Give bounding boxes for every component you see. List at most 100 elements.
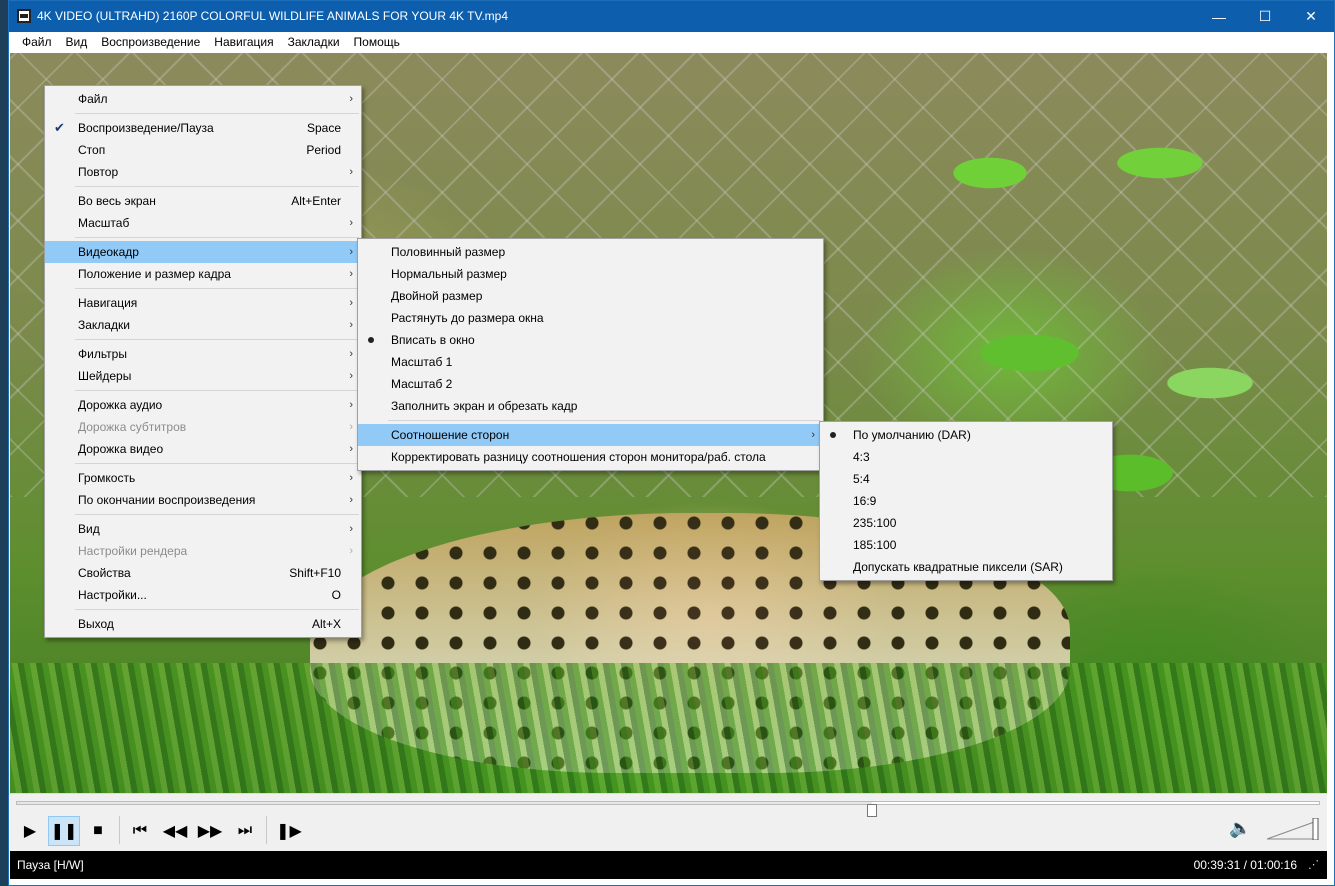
menu-item-stop[interactable]: Стоп Period: [45, 139, 361, 161]
volume-slider[interactable]: [1267, 818, 1319, 840]
menu-item-fullscreen[interactable]: Во весь экран Alt+Enter: [45, 190, 361, 212]
submenu-arrow-icon: ›: [349, 443, 353, 455]
menu-item-volume[interactable]: Громкость ›: [45, 467, 361, 489]
rewind-icon[interactable]: ◀◀: [159, 816, 191, 846]
menu-item-shaders[interactable]: Шейдеры ›: [45, 365, 361, 387]
menu-item-label: Фильтры: [78, 347, 127, 361]
menu-item-aspect-ratio[interactable]: Соотношение сторон ›: [358, 424, 823, 446]
submenu-arrow-icon: ›: [349, 494, 353, 506]
menu-item-label: 235:100: [853, 516, 897, 530]
app-icon[interactable]: [17, 9, 31, 23]
menu-navigation[interactable]: Навигация: [207, 32, 280, 53]
menu-playback[interactable]: Воспроизведение: [94, 32, 207, 53]
menu-item-normal-size[interactable]: Нормальный размер: [358, 263, 823, 285]
menu-item-aspect-4-3[interactable]: 4:3: [820, 446, 1112, 468]
menu-file[interactable]: Файл: [15, 32, 59, 53]
menu-item-label: Половинный размер: [391, 245, 506, 259]
menu-item-shortcut: Space: [306, 121, 341, 135]
next-icon[interactable]: ⏭: [229, 816, 261, 846]
menu-item-navigation[interactable]: Навигация ›: [45, 292, 361, 314]
menu-item-after-playback[interactable]: По окончании воспроизведения ›: [45, 489, 361, 511]
menu-item-label: Дорожка видео: [78, 442, 164, 456]
menu-item-aspect-default[interactable]: По умолчанию (DAR): [820, 424, 1112, 446]
menu-item-stretch-to-window[interactable]: Растянуть до размера окна: [358, 307, 823, 329]
radio-dot-icon: [830, 432, 836, 438]
minimize-button[interactable]: —: [1196, 1, 1242, 32]
menu-item-label: Положение и размер кадра: [78, 267, 231, 281]
menu-item-correct-monitor-ar[interactable]: Корректировать разницу соотношения сторо…: [358, 446, 823, 468]
video-grass: [10, 663, 1327, 793]
volume-icon[interactable]: 🔈: [1229, 818, 1257, 844]
menu-item-label: Дорожка аудио: [78, 398, 163, 412]
submenu-arrow-icon: ›: [349, 217, 353, 229]
menu-item-bookmarks[interactable]: Закладки ›: [45, 314, 361, 336]
window-title: 4K VIDEO (ULTRAHD) 2160P COLORFUL WILDLI…: [37, 9, 509, 23]
menu-item-label: Выход: [78, 617, 114, 631]
menu-item-view[interactable]: Вид ›: [45, 518, 361, 540]
control-separator: [119, 816, 120, 844]
menu-item-label: Нормальный размер: [391, 267, 507, 281]
frame-step-icon[interactable]: ❚▶: [273, 816, 305, 846]
menu-item-pan-scan[interactable]: Положение и размер кадра ›: [45, 263, 361, 285]
menu-item-aspect-235-100[interactable]: 235:100: [820, 512, 1112, 534]
menu-item-label: Вид: [78, 522, 100, 536]
menu-item-repeat[interactable]: Повтор ›: [45, 161, 361, 183]
menu-item-shortcut: Alt+X: [311, 617, 341, 631]
menu-item-play-pause[interactable]: ✔ Воспроизведение/Пауза Space: [45, 117, 361, 139]
menu-item-label: Закладки: [78, 318, 130, 332]
menu-item-audio-track[interactable]: Дорожка аудио ›: [45, 394, 361, 416]
forward-icon[interactable]: ▶▶: [194, 816, 226, 846]
play-button[interactable]: ▶: [14, 816, 46, 846]
menu-separator: [75, 288, 359, 289]
menu-item-label: Корректировать разницу соотношения сторо…: [391, 450, 766, 464]
menu-item-label: Масштаб: [78, 216, 130, 230]
menu-item-label: Масштаб 1: [391, 355, 453, 369]
pause-button[interactable]: ❚❚: [48, 816, 80, 846]
menu-separator: [75, 339, 359, 340]
menu-item-label: Свойства: [78, 566, 131, 580]
menu-item-aspect-5-4[interactable]: 5:4: [820, 468, 1112, 490]
time-display: 00:39:31 / 01:00:16: [1193, 858, 1297, 872]
menu-item-properties[interactable]: Свойства Shift+F10: [45, 562, 361, 584]
previous-icon[interactable]: ⏮: [124, 816, 156, 846]
menu-item-label: Заполнить экран и обрезать кадр: [391, 399, 578, 413]
menu-item-file[interactable]: Файл ›: [45, 88, 361, 110]
menu-item-filters[interactable]: Фильтры ›: [45, 343, 361, 365]
menu-item-aspect-16-9[interactable]: 16:9: [820, 490, 1112, 512]
menu-item-exit[interactable]: Выход Alt+X: [45, 613, 361, 635]
menu-item-fill-and-crop[interactable]: Заполнить экран и обрезать кадр: [358, 395, 823, 417]
menu-item-zoom[interactable]: Масштаб ›: [45, 212, 361, 234]
menu-item-label: 5:4: [853, 472, 870, 486]
submenu-arrow-icon: ›: [349, 421, 353, 433]
submenu-arrow-icon: ›: [349, 268, 353, 280]
menu-item-aspect-185-100[interactable]: 185:100: [820, 534, 1112, 556]
status-bar: Пауза [H/W] 00:39:31 / 01:00:16 ⋰: [10, 851, 1327, 879]
close-button[interactable]: ✕: [1288, 1, 1334, 32]
menu-help[interactable]: Помощь: [347, 32, 407, 53]
submenu-arrow-icon: ›: [349, 166, 353, 178]
menu-item-zoom-1[interactable]: Масштаб 1: [358, 351, 823, 373]
resize-grip-icon[interactable]: ⋰: [1308, 858, 1319, 871]
menu-item-label: Стоп: [78, 143, 106, 157]
menu-item-square-pixels[interactable]: Допускать квадратные пиксели (SAR): [820, 556, 1112, 578]
menu-item-shortcut: O: [331, 588, 341, 602]
menu-item-video-track[interactable]: Дорожка видео ›: [45, 438, 361, 460]
maximize-button[interactable]: ☐: [1242, 1, 1288, 32]
stop-button[interactable]: ■: [82, 816, 114, 846]
menu-bookmarks[interactable]: Закладки: [281, 32, 347, 53]
menu-item-options[interactable]: Настройки... O: [45, 584, 361, 606]
menu-view[interactable]: Вид: [59, 32, 95, 53]
menu-item-label: По окончании воспроизведения: [78, 493, 256, 507]
submenu-arrow-icon: ›: [349, 93, 353, 105]
menu-item-fit-to-window[interactable]: Вписать в окно: [358, 329, 823, 351]
menu-item-double-size[interactable]: Двойной размер: [358, 285, 823, 307]
menu-item-video-frame[interactable]: Видеокадр ›: [45, 241, 361, 263]
menu-item-shortcut: Shift+F10: [289, 566, 341, 580]
menu-item-half-size[interactable]: Половинный размер: [358, 241, 823, 263]
seek-thumb[interactable]: [867, 804, 877, 817]
seek-bar[interactable]: [16, 801, 1320, 817]
title-bar[interactable]: 4K VIDEO (ULTRAHD) 2160P COLORFUL WILDLI…: [9, 1, 1334, 32]
control-separator: [266, 816, 267, 844]
menu-item-zoom-2[interactable]: Масштаб 2: [358, 373, 823, 395]
status-text: Пауза [H/W]: [17, 858, 84, 872]
